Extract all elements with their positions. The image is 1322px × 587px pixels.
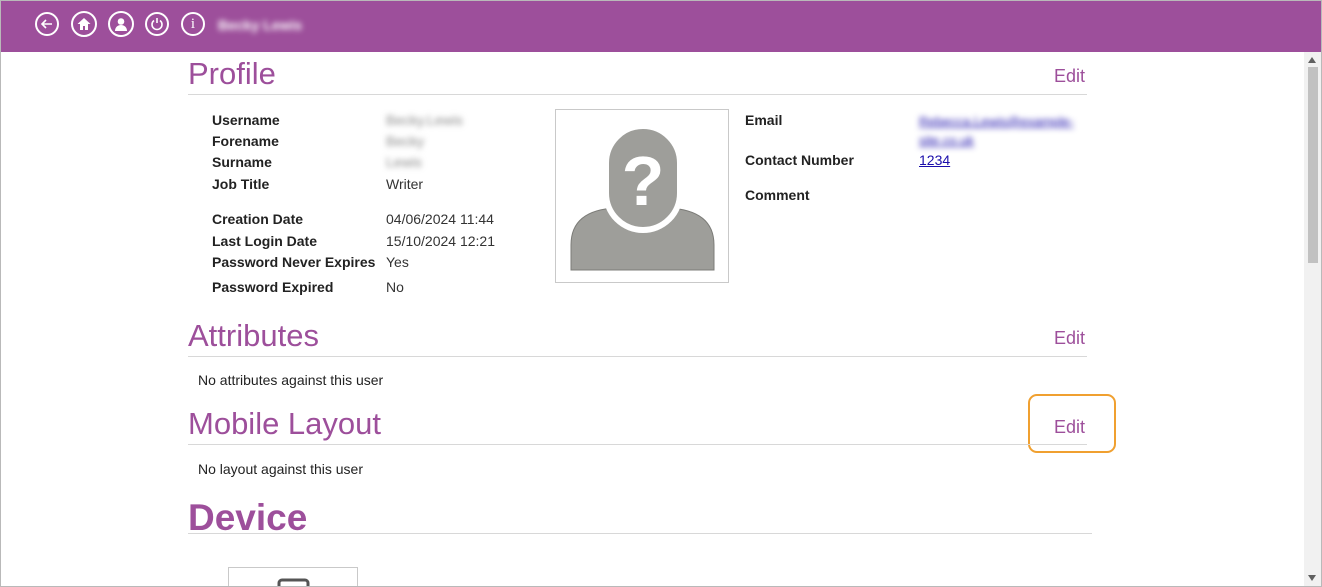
app-window: i Becky Lewis Profile Edit Username Beck… xyxy=(0,0,1322,587)
device-card[interactable] xyxy=(228,567,358,586)
job-title-label: Job Title xyxy=(212,176,270,192)
job-title-value: Writer xyxy=(386,176,424,192)
last-login-label: Last Login Date xyxy=(212,233,318,249)
username-value: Becky.Lewis xyxy=(386,112,463,128)
profile-edit-link[interactable]: Edit xyxy=(1054,66,1085,87)
profile-photo-placeholder[interactable]: ? xyxy=(555,109,729,283)
back-arrow-icon[interactable] xyxy=(35,12,59,36)
mobile-layout-heading: Mobile Layout xyxy=(188,406,382,441)
mobile-layout-edit-link[interactable]: Edit xyxy=(1054,417,1085,438)
scroll-down-arrow-icon[interactable] xyxy=(1308,575,1316,581)
mobile-layout-divider xyxy=(188,444,1087,445)
attributes-edit-link[interactable]: Edit xyxy=(1054,328,1085,349)
attributes-divider xyxy=(188,356,1087,357)
last-login-value: 15/10/2024 12:21 xyxy=(386,233,495,249)
surname-label: Surname xyxy=(212,154,272,170)
info-icon[interactable]: i xyxy=(181,12,205,36)
svg-text:?: ? xyxy=(622,142,665,220)
scroll-up-arrow-icon[interactable] xyxy=(1308,57,1316,63)
power-icon[interactable] xyxy=(145,12,169,36)
email-label: Email xyxy=(745,112,783,128)
username-label: Username xyxy=(212,112,280,128)
surname-value: Lewis xyxy=(386,154,422,170)
user-icon[interactable] xyxy=(108,11,134,37)
attributes-empty-message: No attributes against this user xyxy=(198,372,384,388)
profile-heading: Profile xyxy=(188,56,276,91)
unknown-person-icon: ? xyxy=(570,123,715,271)
forename-value: Becky xyxy=(386,133,425,149)
password-never-expires-label: Password Never Expires xyxy=(212,254,376,270)
mobile-layout-empty-message: No layout against this user xyxy=(198,461,363,477)
scrollbar-thumb[interactable] xyxy=(1308,67,1318,263)
device-heading: Device xyxy=(188,497,308,538)
comment-label: Comment xyxy=(745,187,810,203)
contact-number-link[interactable]: 1234 xyxy=(919,152,950,168)
email-link[interactable]: Rebecca.Lewis@example-site.co.uk xyxy=(919,112,1089,150)
contact-number-label: Contact Number xyxy=(745,152,854,168)
creation-date-label: Creation Date xyxy=(212,211,304,227)
device-icon xyxy=(277,578,310,586)
top-bar: i Becky Lewis xyxy=(1,1,1321,52)
password-expired-label: Password Expired xyxy=(212,279,334,295)
current-user-name: Becky Lewis xyxy=(218,17,303,33)
creation-date-value: 04/06/2024 11:44 xyxy=(386,211,494,227)
password-expired-value: No xyxy=(386,279,404,295)
profile-divider xyxy=(188,94,1087,95)
home-icon[interactable] xyxy=(71,11,97,37)
attributes-heading: Attributes xyxy=(188,318,319,353)
device-divider xyxy=(188,533,1092,534)
password-never-expires-value: Yes xyxy=(386,254,409,270)
vertical-scrollbar[interactable] xyxy=(1304,52,1321,586)
forename-label: Forename xyxy=(212,133,279,149)
